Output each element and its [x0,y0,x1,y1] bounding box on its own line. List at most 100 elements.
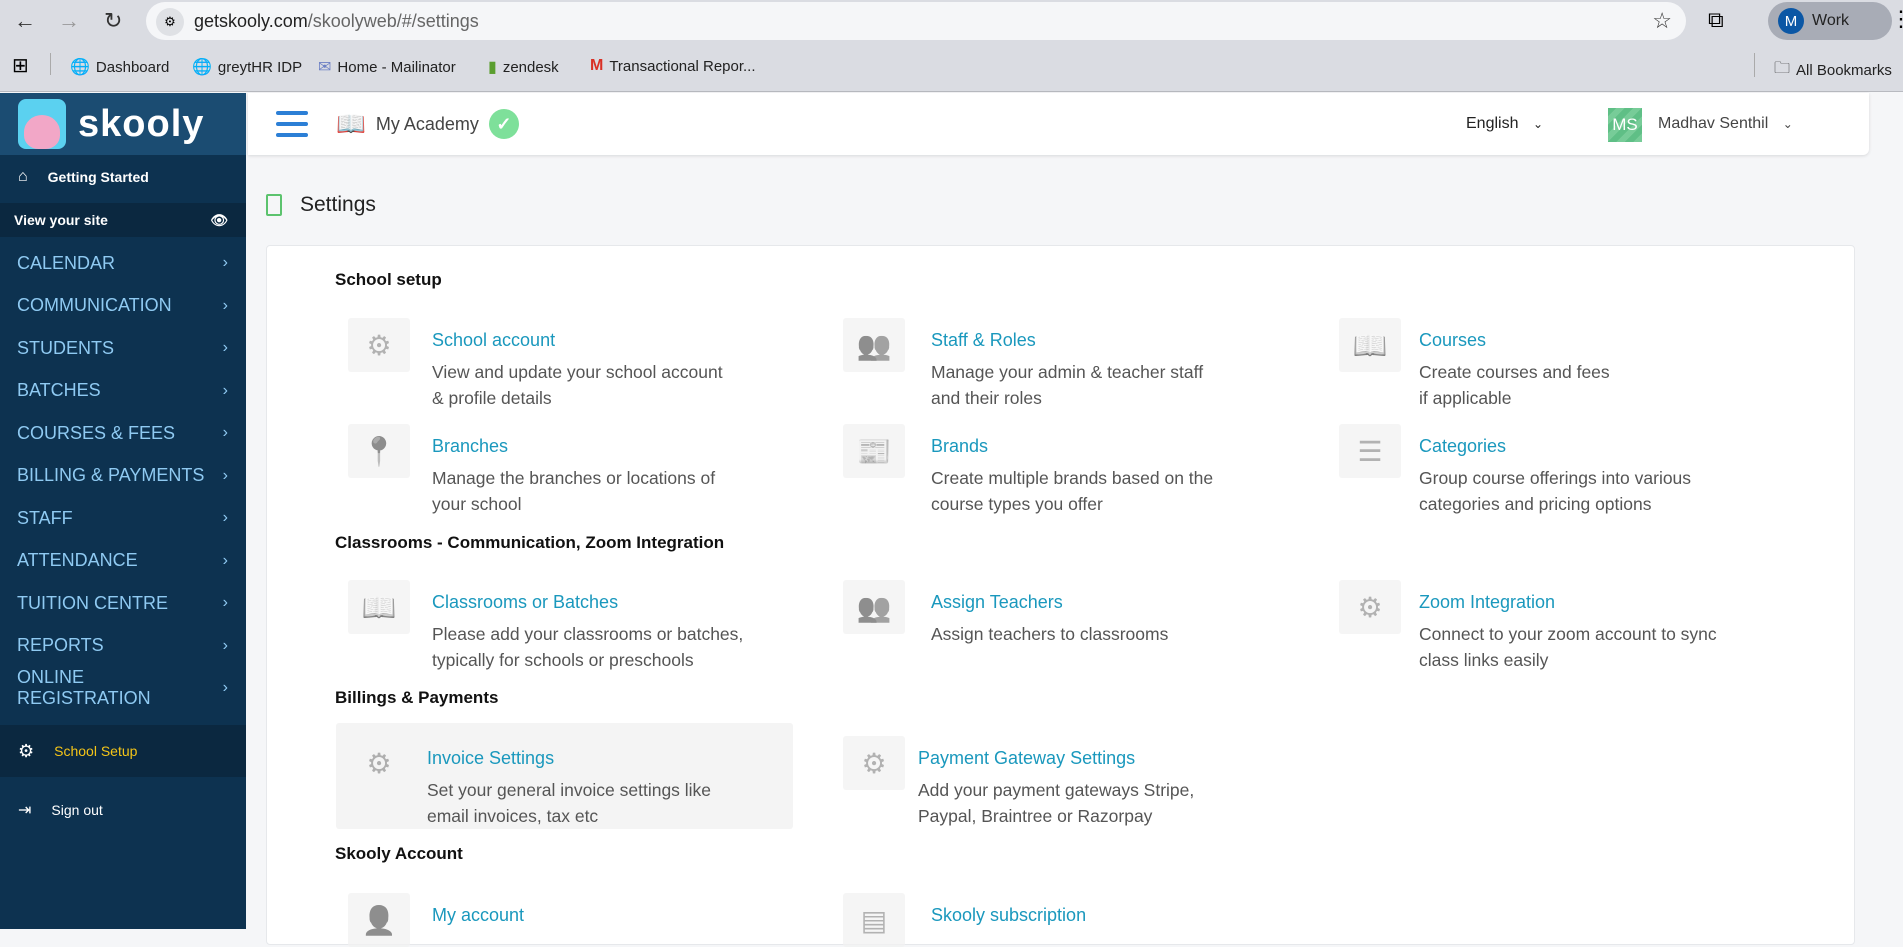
back-icon[interactable]: ← [14,8,36,34]
extensions-icon[interactable]: ⧉ [1708,7,1724,33]
sidebar-getting-started[interactable]: ⌂ Getting Started [0,159,246,195]
chevron-right-icon: › [222,296,228,314]
gear-icon: ⚙ [18,740,35,761]
setting-link[interactable]: Invoice Settings [427,748,554,769]
sidebar-item-reports[interactable]: REPORTS › [0,626,246,666]
bookmark-greythr[interactable]: 🌐 greytHR IDP [192,57,302,77]
menu-dots-icon[interactable]: ⋮ [1890,6,1903,32]
globe-icon: 🌐 [70,59,90,76]
sidebar-item-label: CALENDAR [17,252,116,273]
setting-description: Manage your admin & teacher staff and the… [931,359,1203,411]
bookmark-label: Dashboard [95,58,170,76]
sidebar-item-label: COMMUNICATION [17,295,172,315]
description-line: Create courses and fees [1419,362,1610,382]
database-icon: ☰ [1339,424,1401,478]
sidebar-item-label: STAFF [17,507,73,528]
sidebar-school-setup[interactable]: ⚙ School Setup [0,725,246,777]
page-title: Settings [266,193,376,217]
site-info-icon[interactable]: ⚙ [156,8,184,36]
sidebar-sign-out[interactable]: ⇥ Sign out [0,792,246,828]
eye-icon: 👁 [210,211,228,228]
description-line: View and update your school account [432,362,723,382]
divider [50,53,51,75]
setting-link[interactable]: Classrooms or Batches [432,592,618,613]
logo-text: skooly [78,102,205,145]
description-line: if applicable [1419,388,1512,408]
bookmark-dashboard[interactable]: 🌐 Dashboard [70,57,169,77]
sidebar-item-label: View your site [14,212,108,228]
chevron-down-icon: ⌄ [1532,117,1543,131]
all-bookmarks[interactable]: 🗀 All Bookmarks [1774,57,1892,84]
profile-button[interactable]: M Work [1768,2,1892,40]
setting-description: Connect to your zoom account to sync clas… [1419,621,1717,673]
user-name: Madhav Senthil [1658,115,1769,132]
sidebar-item-label: TUITION CENTRE [17,592,168,613]
sidebar-item-label: ONLINE REGISTRATION [17,667,151,708]
sign-out-icon: ⇥ [18,802,32,819]
bookmark-label: zendesk [502,58,559,76]
sidebar-item-communication[interactable]: COMMUNICATION › [0,286,246,326]
sidebar: skooly ⌂ Getting Started View your site … [0,93,246,929]
bookmark-star-icon[interactable]: ☆ [1652,8,1672,34]
users-icon: 👥 [843,580,905,634]
description-line: Add your payment gateways Stripe, [918,780,1195,800]
forward-icon[interactable]: → [58,8,80,34]
setting-description: Assign teachers to classrooms [931,621,1168,647]
sidebar-item-staff[interactable]: STAFF › [0,498,246,538]
setting-link[interactable]: Brands [931,436,988,457]
setting-link[interactable]: Payment Gateway Settings [918,748,1135,769]
setting-description: Please add your classrooms or batches, ty… [432,621,743,673]
description-line: and their roles [931,388,1042,408]
home-icon: ⌂ [18,168,28,185]
sidebar-view-site[interactable]: View your site 👁 [0,203,246,237]
setting-link[interactable]: Staff & Roles [931,330,1036,351]
book-icon: 📖 [348,580,410,634]
setting-link[interactable]: School account [432,330,555,351]
description-line: Group course offerings into various [1419,468,1692,488]
setting-link[interactable]: Courses [1419,330,1486,351]
user-avatar[interactable]: MS [1608,108,1642,142]
browser-toolbar: ← → ↻ ⚙ getskooly.com/skoolyweb/#/settin… [0,0,1903,41]
sidebar-item-batches[interactable]: BATCHES › [0,371,246,411]
user-menu[interactable]: Madhav Senthil ⌄ [1658,115,1793,133]
reload-icon[interactable]: ↻ [104,8,122,34]
bookmark-zendesk[interactable]: ▮ zendesk [488,57,559,77]
url-path: /skoolyweb/#/settings [307,11,479,31]
bookmark-label: greytHR IDP [217,58,303,76]
language-selector[interactable]: English ⌄ [1466,115,1543,133]
bookmark-mailinator[interactable]: ✉ Home - Mailinator [318,57,456,77]
apps-grid-icon[interactable]: ⊞ [12,53,29,78]
sidebar-item-label: Sign out [51,802,103,818]
sidebar-item-students[interactable]: STUDENTS › [0,328,246,368]
description-line: & profile details [432,388,552,408]
map-pin-icon: 📍 [348,424,410,478]
gear-icon: ⚙ [348,318,410,372]
credit-card-icon: ▤ [843,893,905,947]
sidebar-item-attendance[interactable]: ATTENDANCE › [0,541,246,581]
setting-link[interactable]: Assign Teachers [931,592,1063,613]
sidebar-item-online-registration[interactable]: ONLINE REGISTRATION › [0,667,246,708]
setting-link[interactable]: Zoom Integration [1419,592,1555,613]
sidebar-item-calendar[interactable]: CALENDAR › [0,243,246,283]
academy-selector[interactable]: 📖 My Academy ✓ [336,109,519,139]
address-bar[interactable]: ⚙ getskooly.com/skoolyweb/#/settings ☆ [146,2,1686,40]
sidebar-item-tuition-centre[interactable]: TUITION CENTRE › [0,583,246,623]
setting-link[interactable]: Branches [432,436,508,457]
url-host: getskooly.com [194,11,308,31]
setting-link[interactable]: Categories [1419,436,1506,457]
profile-label: Work [1812,12,1850,29]
setting-link[interactable]: My account [432,905,524,926]
sidebar-item-label: BILLING & PAYMENTS [17,465,205,485]
setting-link[interactable]: Skooly subscription [931,905,1086,926]
sidebar-item-courses-fees[interactable]: COURSES & FEES › [0,413,246,453]
logo[interactable]: skooly [0,93,246,155]
divider [1754,53,1755,77]
sidebar-item-billing-payments[interactable]: BILLING & PAYMENTS › [0,456,246,496]
bookmark-transactional[interactable]: M Transactional Repor... [590,57,756,75]
description-line: class links easily [1419,650,1549,670]
academy-name: My Academy [375,113,479,134]
description-line: Assign teachers to classrooms [931,624,1169,644]
section-title: Skooly Account [335,844,463,863]
hamburger-menu-icon[interactable] [276,111,308,137]
sidebar-item-label: COURSES & FEES [17,422,176,443]
